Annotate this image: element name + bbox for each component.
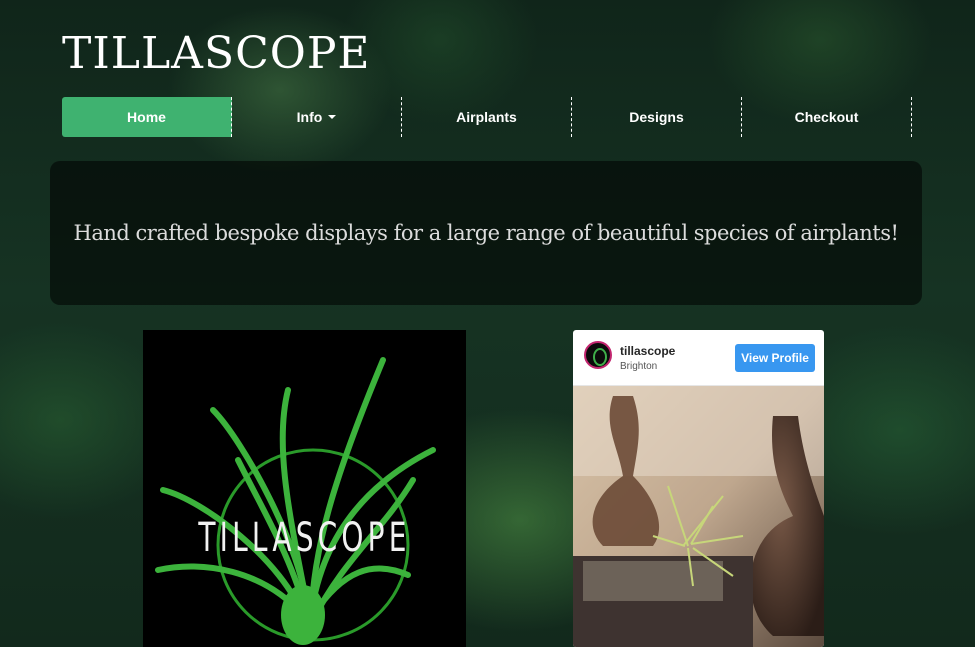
nav-designs-label: Designs [629, 109, 684, 125]
nav-airplants-label: Airplants [456, 109, 517, 125]
hero-banner: Hand crafted bespoke displays for a larg… [50, 161, 922, 305]
airplant-logo-icon [155, 357, 436, 645]
instagram-embed: tillascope Brighton View Profile [573, 330, 824, 647]
nav-airplants[interactable]: Airplants [402, 97, 572, 137]
instagram-header: tillascope Brighton View Profile [573, 330, 824, 386]
site-title[interactable]: TILLASCOPE [62, 28, 371, 79]
brand-logo-image: TILLASCOPE [143, 330, 466, 647]
post-photo-icon [573, 386, 824, 647]
tillascope-avatar-icon[interactable] [584, 341, 612, 369]
hero-tagline: Hand crafted bespoke displays for a larg… [73, 221, 899, 245]
nav-checkout[interactable]: Checkout [742, 97, 912, 137]
view-profile-button[interactable]: View Profile [735, 344, 815, 372]
chevron-down-icon [328, 115, 337, 119]
nav-info-label: Info [296, 109, 323, 125]
instagram-location: Brighton [620, 361, 658, 372]
nav-home[interactable]: Home [62, 97, 232, 137]
nav-designs[interactable]: Designs [572, 97, 742, 137]
instagram-handle[interactable]: tillascope [620, 344, 675, 358]
nav-info[interactable]: Info [232, 97, 402, 137]
nav-checkout-label: Checkout [794, 109, 859, 125]
logo-wordmark: TILLASCOPE [198, 515, 411, 561]
main-nav: Home Info Airplants Designs Checkout [62, 97, 912, 137]
nav-home-label: Home [127, 109, 166, 125]
instagram-post-image[interactable] [573, 386, 824, 647]
